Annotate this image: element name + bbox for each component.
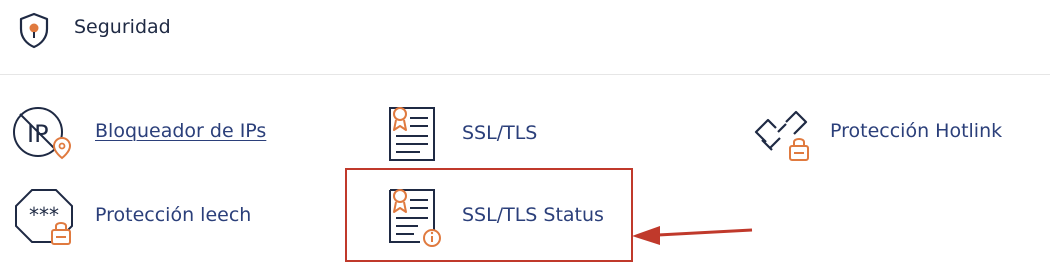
certificate-status-icon: [389, 189, 441, 247]
ssl-tls-status-label: SSL/TLS Status: [462, 204, 604, 226]
shield-icon: [19, 12, 49, 49]
broken-link-lock-icon: [754, 110, 809, 161]
ssl-tls-link[interactable]: SSL/TLS: [386, 104, 586, 168]
leech-protection-label: Protección leech: [95, 204, 252, 226]
section-title: Seguridad: [74, 16, 171, 38]
ip-blocker-link[interactable]: IP Bloqueador de IPs: [12, 102, 312, 166]
certificate-document-icon: [389, 107, 435, 161]
leech-protection-link[interactable]: *** Protección leech: [14, 186, 294, 250]
section-header: Seguridad: [0, 0, 1050, 75]
ssl-tls-status-link[interactable]: SSL/TLS Status: [386, 186, 616, 250]
ip-blocker-icon: IP: [13, 107, 72, 160]
hotlink-protection-label: Protección Hotlink: [830, 120, 1003, 142]
ssl-tls-label: SSL/TLS: [462, 122, 538, 144]
ip-blocker-label: Bloqueador de IPs: [95, 120, 267, 142]
svg-text:***: ***: [29, 203, 59, 227]
red-arrow-icon: [632, 226, 753, 245]
hotlink-protection-link[interactable]: Protección Hotlink: [750, 102, 1040, 166]
svg-text:IP: IP: [27, 120, 49, 148]
octagon-lock-icon: ***: [15, 189, 73, 245]
